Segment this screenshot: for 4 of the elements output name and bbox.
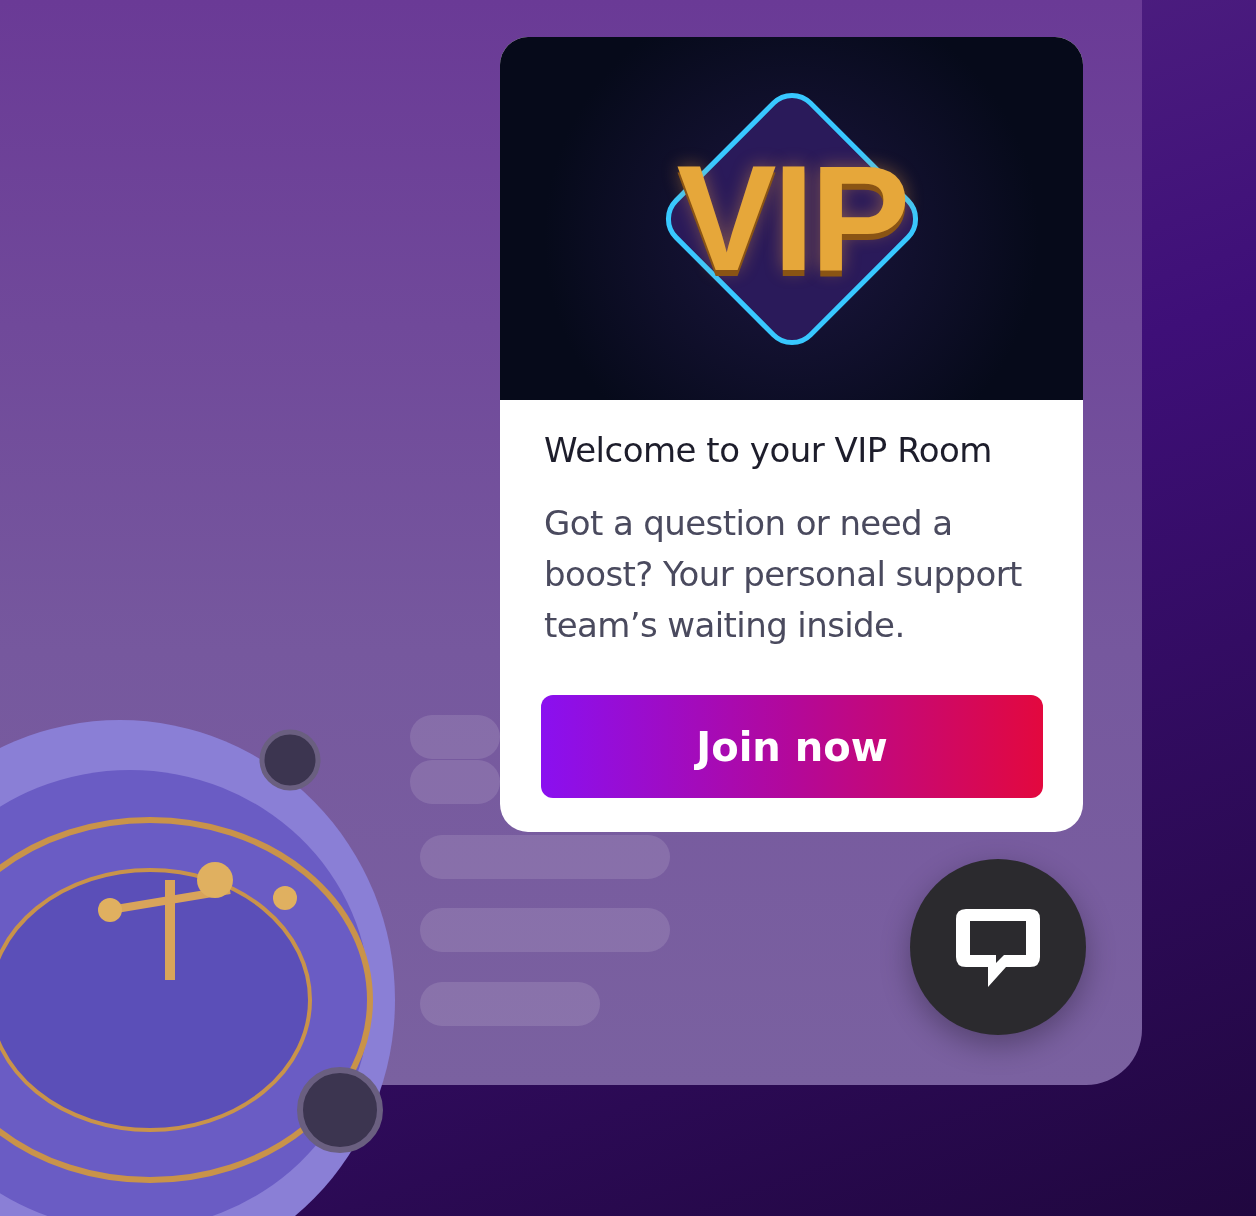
card-title: Welcome to your VIP Room bbox=[544, 430, 993, 470]
join-button[interactable]: Join now bbox=[541, 695, 1043, 798]
card-text: Got a question or need a boost? Your personal support team’s waiting inside. bbox=[544, 502, 1023, 647]
vip-logo: VIP bbox=[676, 133, 907, 304]
